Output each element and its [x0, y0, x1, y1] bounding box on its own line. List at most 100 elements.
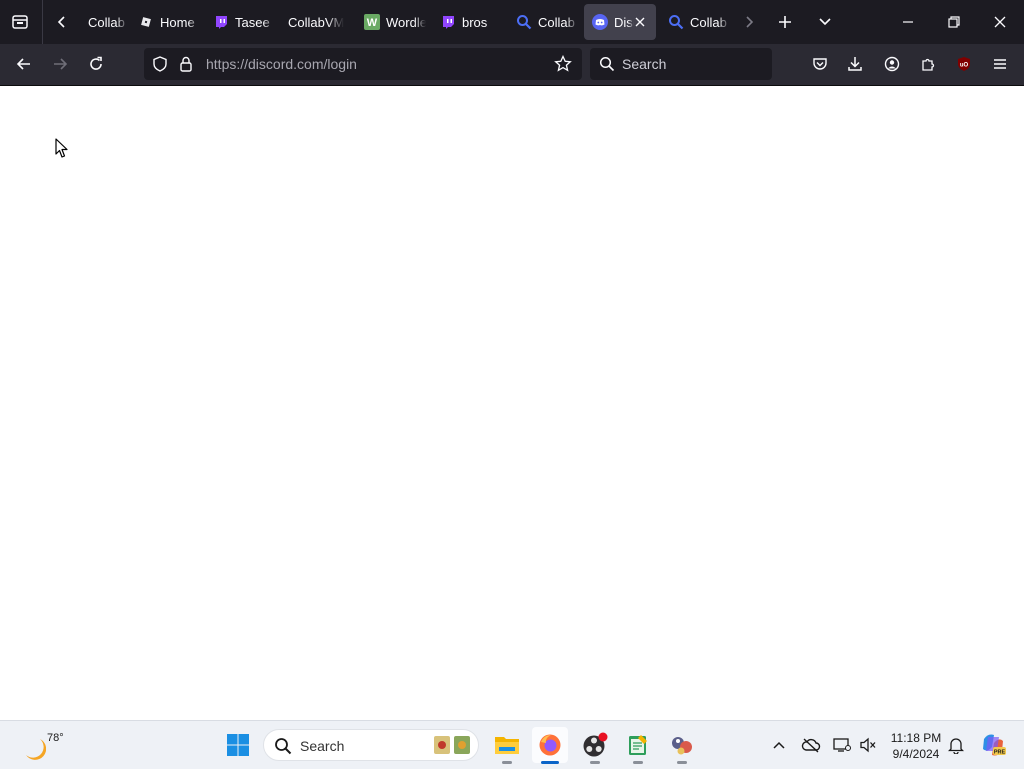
- firefox-icon: [539, 734, 561, 756]
- svg-text:PRE: PRE: [994, 750, 1006, 756]
- taskbar-obs[interactable]: [577, 727, 613, 764]
- volume-tray-button[interactable]: [856, 733, 880, 757]
- wordle-icon: W: [364, 14, 380, 30]
- monitor-icon: [833, 738, 851, 752]
- list-all-tabs-button[interactable]: [809, 6, 841, 38]
- restore-window-button[interactable]: [938, 6, 970, 38]
- tab-strip: Collab Home Tasee CollabVM W Wordle bros…: [0, 0, 1024, 44]
- running-indicator: [633, 761, 643, 764]
- close-icon: [635, 17, 645, 27]
- ublock-origin-button[interactable]: uO: [948, 48, 980, 80]
- firefox-view-button[interactable]: [4, 6, 36, 38]
- plus-icon: [779, 16, 791, 28]
- tab-twitch-bros[interactable]: bros: [432, 4, 502, 40]
- tab-twitch-tasee[interactable]: Tasee: [205, 4, 275, 40]
- tab-title: Collab: [88, 14, 125, 30]
- lock-icon[interactable]: [179, 56, 193, 77]
- tab-title: Wordle: [386, 14, 426, 30]
- tab-roblox-home[interactable]: Home: [130, 4, 200, 40]
- tab-wordle[interactable]: W Wordle: [356, 4, 426, 40]
- tab-title: Discord: [614, 14, 634, 30]
- chevron-left-icon: [57, 16, 65, 28]
- search-icon: [668, 14, 684, 30]
- clock-date: 9/4/2024: [892, 747, 940, 761]
- app-icon: [672, 737, 692, 755]
- forward-button[interactable]: [44, 48, 76, 80]
- notifications-button[interactable]: [944, 733, 968, 757]
- downloads-button[interactable]: [839, 48, 871, 80]
- search-placeholder: Search: [622, 56, 667, 72]
- pocket-icon: [813, 58, 827, 70]
- bookmark-star-icon[interactable]: [554, 54, 572, 78]
- arrow-right-icon: [54, 58, 68, 70]
- show-hidden-icons-button[interactable]: [767, 733, 791, 757]
- close-icon: [994, 16, 1006, 28]
- start-button[interactable]: [220, 727, 256, 763]
- tracking-protection-shield-icon[interactable]: [152, 56, 168, 77]
- twitch-icon: [213, 14, 229, 30]
- taskbar-app[interactable]: [664, 727, 700, 764]
- address-bar[interactable]: https://discord.com/login: [144, 48, 582, 80]
- close-window-button[interactable]: [984, 6, 1016, 38]
- taskbar-search-box[interactable]: Search: [263, 729, 479, 761]
- search-icon: [516, 14, 532, 30]
- clock[interactable]: 11:18 PM 9/4/2024: [888, 730, 944, 762]
- ublock-icon: uO: [958, 57, 970, 71]
- taskbar-notepad[interactable]: [620, 727, 656, 764]
- bell-icon: [948, 738, 964, 754]
- app-menu-button[interactable]: [984, 48, 1016, 80]
- arrow-left-icon: [16, 58, 30, 70]
- weather-temperature: 78°: [47, 732, 64, 744]
- close-tab-button[interactable]: [632, 14, 648, 30]
- search-bar[interactable]: Search: [590, 48, 772, 80]
- minimize-window-button[interactable]: [892, 6, 924, 38]
- display-tray-button[interactable]: [830, 733, 854, 757]
- onedrive-tray-button[interactable]: [799, 733, 823, 757]
- copilot-icon: PRE: [983, 734, 1006, 756]
- back-button[interactable]: [8, 48, 40, 80]
- running-indicator: [541, 761, 559, 764]
- firefox-view-icon: [12, 15, 28, 29]
- url-host: https://discord.com: [206, 56, 324, 72]
- twitch-icon: [440, 14, 456, 30]
- extensions-button[interactable]: [912, 48, 944, 80]
- url-text[interactable]: https://discord.com/login: [206, 56, 357, 72]
- tab-discord-active[interactable]: Discord: [584, 4, 656, 40]
- account-button[interactable]: [876, 48, 908, 80]
- tab-collabvm-2[interactable]: CollabVM: [280, 4, 350, 40]
- page-content[interactable]: [0, 86, 1024, 720]
- tab-title: Collab: [538, 14, 575, 30]
- speaker-muted-icon: [860, 737, 876, 753]
- tab-search-collab[interactable]: Collab: [508, 4, 578, 40]
- roblox-icon: [138, 14, 154, 30]
- copilot-button[interactable]: PRE: [978, 730, 1008, 760]
- taskbar-firefox[interactable]: [532, 727, 568, 764]
- minimize-icon: [903, 21, 913, 23]
- chevron-right-icon: [746, 16, 754, 28]
- running-indicator: [677, 761, 687, 764]
- scroll-tabs-right-button[interactable]: [733, 6, 765, 38]
- svg-text:W: W: [367, 17, 378, 29]
- reload-button[interactable]: [80, 48, 112, 80]
- svg-text:uO: uO: [960, 63, 969, 69]
- taskbar: 78° Search 11:18 PM 9/4/2024 PRE: [0, 720, 1024, 769]
- tab-title: Home: [160, 14, 195, 30]
- taskbar-file-explorer[interactable]: [489, 727, 525, 764]
- url-path: /login: [323, 56, 357, 72]
- tab-search-collab-2[interactable]: Collab: [660, 4, 730, 40]
- reload-icon: [90, 56, 102, 70]
- tab-title: bros: [462, 14, 488, 30]
- search-icon: [274, 737, 292, 760]
- restore-icon: [948, 16, 960, 28]
- file-explorer-icon: [495, 737, 519, 754]
- puzzle-icon: [922, 58, 935, 71]
- mouse-cursor-icon: [55, 138, 68, 158]
- tab-strip-divider: [42, 0, 43, 44]
- weather-widget[interactable]: 78°: [16, 725, 76, 765]
- new-tab-button[interactable]: [769, 6, 801, 38]
- weather-moon-icon: [26, 739, 46, 760]
- cloud-off-icon: [801, 738, 821, 753]
- save-to-pocket-button[interactable]: [804, 48, 836, 80]
- obs-icon: [583, 732, 608, 757]
- running-indicator: [590, 761, 600, 764]
